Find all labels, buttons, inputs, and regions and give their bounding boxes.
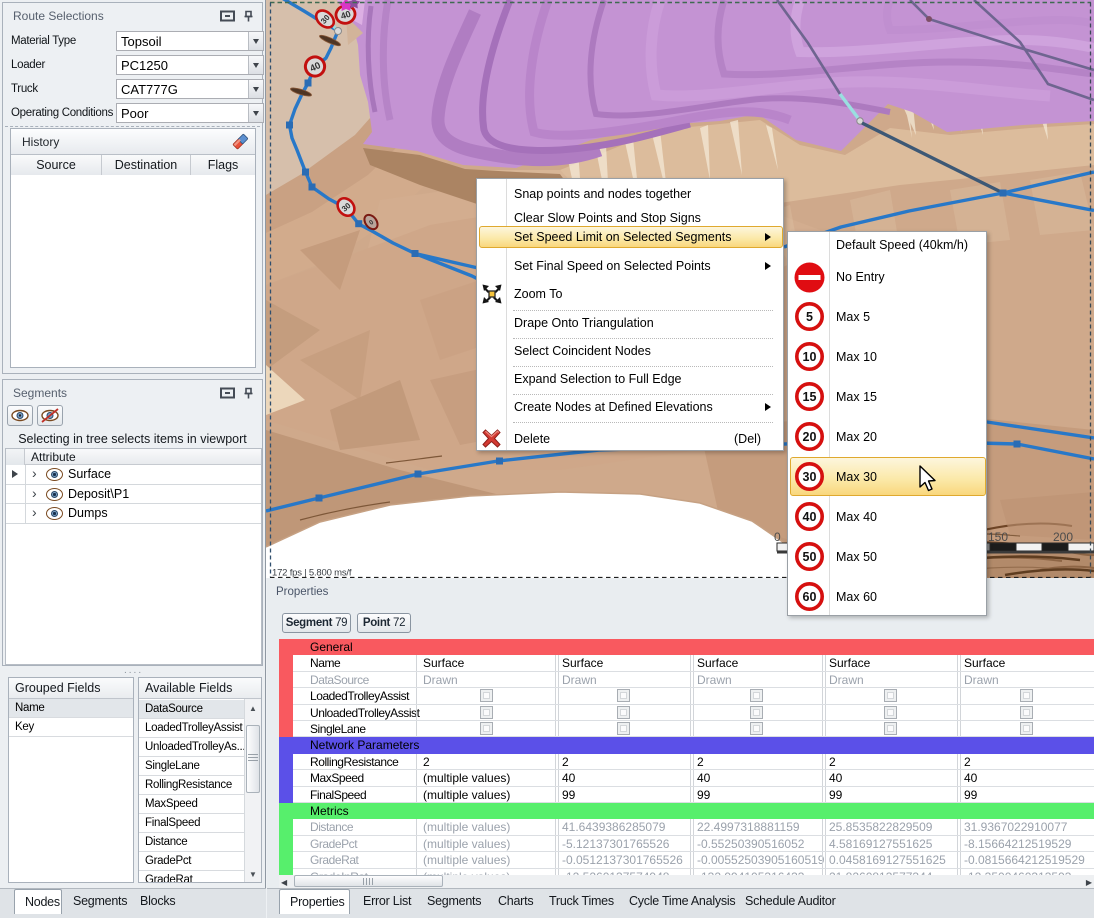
- svg-text:15: 15: [803, 390, 817, 404]
- svg-text:50: 50: [803, 550, 817, 564]
- svg-text:150: 150: [988, 530, 1008, 544]
- svg-text:172 fps | 5.800 ms/f: 172 fps | 5.800 ms/f: [272, 568, 352, 579]
- svg-text:5: 5: [806, 310, 813, 324]
- svg-text:60: 60: [803, 590, 817, 604]
- svg-text:30: 30: [803, 470, 817, 484]
- svg-text:20: 20: [803, 430, 817, 444]
- svg-text:200: 200: [1053, 530, 1073, 544]
- svg-text:0: 0: [774, 530, 781, 544]
- svg-text:40: 40: [803, 510, 817, 524]
- svg-text:10: 10: [803, 350, 817, 364]
